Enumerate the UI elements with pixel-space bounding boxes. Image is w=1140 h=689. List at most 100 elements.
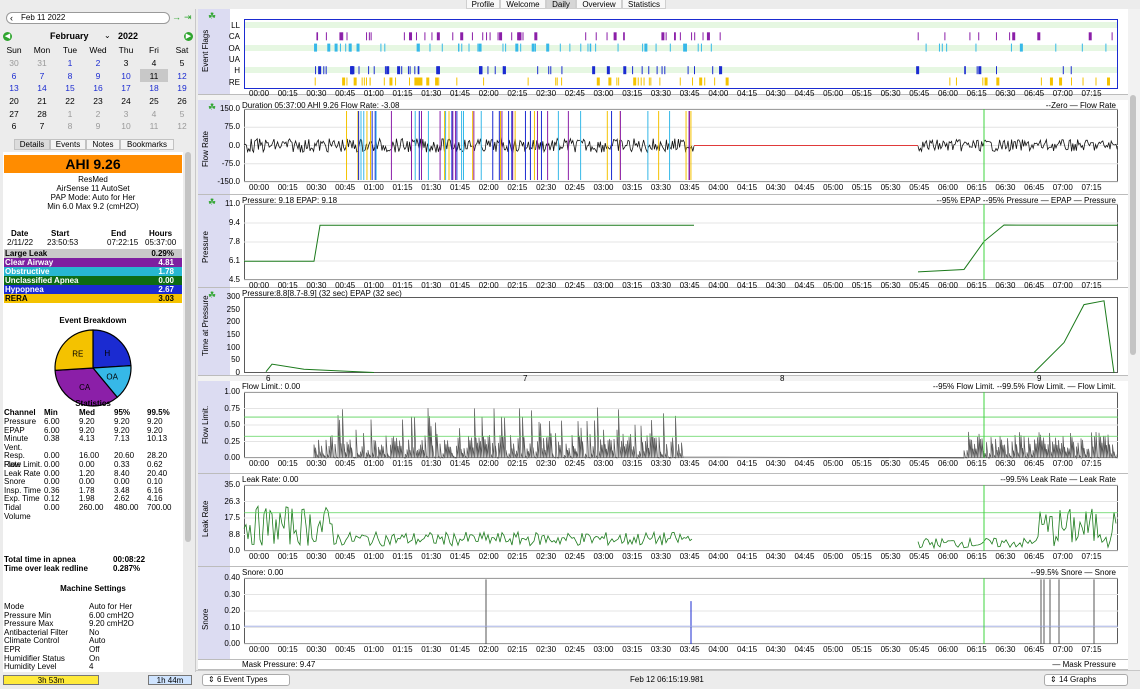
calendar-day[interactable]: 11 <box>140 69 168 83</box>
prev-month-icon[interactable]: ◀ <box>3 32 12 41</box>
summary-scrollbar[interactable] <box>185 152 191 542</box>
event-types-select[interactable]: ⇕ 6 Event Types <box>202 674 290 686</box>
calendar-day[interactable]: 14 <box>28 82 56 95</box>
chevron-left-icon[interactable]: ‹ <box>10 13 13 23</box>
calendar-day[interactable]: 11 <box>140 120 168 133</box>
mask-pressure-graph[interactable]: Mask Pressure: 9.47 — Mask Pressure <box>198 660 1128 670</box>
calendar-day[interactable]: 28 <box>28 107 56 120</box>
tab-details[interactable]: Details <box>14 139 50 150</box>
calendar-day[interactable]: 8 <box>56 69 84 82</box>
calendar-day[interactable]: 13 <box>0 82 28 95</box>
leak-rate-graph[interactable]: Leak Rate Leak Rate: 0.00 --99.5% Leak Rat… <box>198 474 1128 567</box>
calendar-day[interactable]: 7 <box>28 69 56 82</box>
graphs-select[interactable]: ⇕ 14 Graphs <box>1044 674 1128 686</box>
x-tick-label: 00:30 <box>306 552 327 561</box>
month-label[interactable]: February <box>50 31 89 41</box>
tab-profile[interactable]: Profile <box>466 0 500 9</box>
graphs-scrollbar[interactable] <box>1130 95 1136 355</box>
x-tick-label: 03:30 <box>650 645 671 654</box>
x-tick-label: 04:45 <box>794 552 815 561</box>
tab-notes[interactable]: Notes <box>86 139 120 150</box>
index-label: RERA <box>5 294 28 303</box>
tab-statistics[interactable]: Statistics <box>622 0 666 9</box>
calendar-day[interactable]: 30 <box>0 57 28 70</box>
x-tick-label: 01:45 <box>449 459 470 468</box>
calendar-day[interactable]: 10 <box>112 120 140 133</box>
calendar-day[interactable]: 3 <box>112 107 140 120</box>
x-tick-label: 04:30 <box>765 183 786 192</box>
x-tick-label: 05:30 <box>880 459 901 468</box>
calendar-day[interactable]: 10 <box>112 69 140 82</box>
calendar-day[interactable]: 8 <box>56 120 84 133</box>
calendar-day[interactable]: 6 <box>0 69 28 82</box>
calendar-day[interactable]: 3 <box>112 57 140 70</box>
x-tick-label: 05:00 <box>823 552 844 561</box>
calendar-day[interactable]: 26 <box>168 95 195 108</box>
plot-lines <box>243 484 1118 552</box>
calendar-day[interactable]: 17 <box>112 82 140 95</box>
date-field[interactable]: ‹ Feb 11 2022 <box>6 12 170 24</box>
calendar-day[interactable]: 1 <box>56 57 84 70</box>
calendar-day[interactable]: 21 <box>28 95 56 108</box>
tab-overview[interactable]: Overview <box>576 0 622 9</box>
x-tick-label: 06:30 <box>995 459 1016 468</box>
x-tick-label: 00:00 <box>249 459 270 468</box>
tap-trace <box>265 363 375 373</box>
calendar-day[interactable]: 5 <box>168 107 195 120</box>
x-tick-label: 06:00 <box>937 552 958 561</box>
pressure-graph[interactable]: ☘ Pressure Pressure: 9.18 EPAP: 9.18 --95% … <box>198 195 1128 290</box>
detail-tabs: Details Events Notes Bookmarks <box>14 139 174 150</box>
calendar-day[interactable]: 25 <box>140 95 168 108</box>
x-tick-label: 03:00 <box>593 645 614 654</box>
calendar-day[interactable]: 31 <box>28 57 56 70</box>
arrow-right-icon[interactable]: → <box>172 12 181 22</box>
calendar-day[interactable]: 12 <box>168 69 195 82</box>
x-tick-label: 02:00 <box>478 645 499 654</box>
calendar-day[interactable]: 9 <box>84 120 112 133</box>
calendar-day[interactable]: 22 <box>56 95 84 108</box>
x-tick-label: 06:00 <box>937 459 958 468</box>
event-flags-graph[interactable]: ☘ Event Flags LL CA OA UA H RE 00:00 00:15 00:30 00… <box>198 9 1128 98</box>
calendar-day[interactable]: 19 <box>168 82 195 95</box>
time-at-pressure-graph[interactable]: ☘ Time at Pressure Pressure:8.8[8.7-8.9] (… <box>198 288 1128 383</box>
calendar-day[interactable]: 4 <box>140 57 168 70</box>
calendar-day[interactable]: 2 <box>84 57 112 70</box>
index-value: 1.78 <box>158 267 174 276</box>
calendar-day[interactable]: 5 <box>168 57 195 70</box>
x-tick-label: 02:15 <box>507 552 528 561</box>
calendar-day[interactable]: 6 <box>0 120 28 133</box>
x-tick-label: 02:00 <box>478 89 499 98</box>
year-label[interactable]: 2022 <box>118 31 138 41</box>
snore-graph[interactable]: Snore Snore: 0.00 --99.5% Snore — Snore 0.4… <box>198 567 1128 660</box>
calendar-day[interactable]: 7 <box>28 120 56 133</box>
jump-end-icon[interactable]: ⇥ <box>184 12 192 23</box>
calendar-day[interactable]: 24 <box>112 95 140 108</box>
calendar-day[interactable]: 23 <box>84 95 112 108</box>
calendar-day[interactable]: 9 <box>84 69 112 82</box>
flow-limit-graph[interactable]: Flow Limit. Flow Limit.: 0.00 --95% Flow L… <box>198 381 1128 474</box>
chevron-down-icon[interactable]: ⌄ <box>104 31 111 40</box>
calendar-day[interactable]: 4 <box>140 107 168 120</box>
tab-daily[interactable]: Daily <box>546 0 576 9</box>
tab-welcome[interactable]: Welcome <box>500 0 546 9</box>
x-tick-label: 00:30 <box>306 645 327 654</box>
leak-trace <box>243 504 693 547</box>
x-tick-label: 02:30 <box>536 552 557 561</box>
x-tick-label: 03:45 <box>679 645 700 654</box>
calendar-day[interactable]: 15 <box>56 82 84 95</box>
x-tick-label: 05:45 <box>909 645 930 654</box>
calendar-day[interactable]: 2 <box>84 107 112 120</box>
index-value: 0.00 <box>158 276 174 285</box>
calendar-day[interactable]: 27 <box>0 107 28 120</box>
calendar-day[interactable]: 18 <box>140 82 168 95</box>
tab-bookmarks[interactable]: Bookmarks <box>120 139 174 150</box>
x-tick-label: 04:30 <box>765 459 786 468</box>
tab-events[interactable]: Events <box>50 139 86 150</box>
x-tick-label: 01:00 <box>363 89 384 98</box>
calendar-day[interactable]: 1 <box>56 107 84 120</box>
next-month-icon[interactable]: ▶ <box>184 32 193 41</box>
calendar-day[interactable]: 12 <box>168 120 195 133</box>
flow-rate-graph[interactable]: ☘ Flow Rate Duration 05:37:00 AHI 9.26 Flo… <box>198 100 1128 195</box>
calendar-day[interactable]: 16 <box>84 82 112 95</box>
calendar-day[interactable]: 20 <box>0 95 28 108</box>
